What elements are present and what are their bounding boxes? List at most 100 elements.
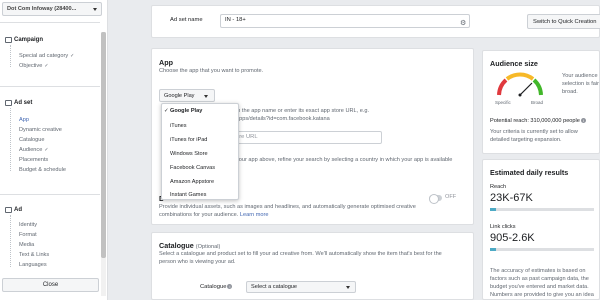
estimate-note2: factors such as past campaign data, the [490,276,589,282]
potential-reach: Potential reach: 310,000,000 people i [490,118,586,126]
nav-item-identity[interactable]: Identity [19,222,37,228]
app-section: App Choose the app that you want to prom… [151,48,474,225]
menu-item-windows-store[interactable]: Windows Store [170,151,208,157]
info-icon: i [227,284,233,289]
nav-item-app[interactable]: App [19,117,29,123]
nav-campaign-label: Campaign [14,37,44,43]
check-icon: ✓ [70,53,75,59]
estimated-results-title: Estimated daily results [490,168,569,177]
nav-item-media[interactable]: Media [19,242,34,248]
link-clicks-label: Link clicks [490,224,516,230]
gauge-broad-label: Broad [531,100,544,105]
chevron-down-icon [346,286,350,289]
gauge-pivot [518,93,522,97]
criteria-text1: Your criteria is currently set to allow [490,129,578,135]
app-hint-line2: apps/details?id=com.facebook.katana [236,116,330,122]
learn-more-link[interactable]: Learn more [240,212,269,218]
catalogue-title: Catalogue (Optional) [159,241,221,250]
account-selector[interactable]: Dot Com Infoway (28400... [2,2,102,16]
adset-name-label: Ad set name [170,17,203,23]
toggle-state-label: OFF [445,194,457,200]
close-button[interactable]: Close [2,278,99,292]
gauge-red-segment [497,78,508,96]
nav-item-audience[interactable]: Audience ✓ [19,147,49,153]
menu-item-amazon-appstore[interactable]: Amazon Appstore [170,179,214,185]
app-title: App [159,58,173,67]
info-icon: i [580,118,586,123]
app-hint-line1: in the app name or enter its exact app s… [236,108,370,114]
app-subtitle: Choose the app that you want to promote. [159,68,264,74]
switch-quick-creation-button[interactable]: Switch to Quick Creation [527,14,600,29]
reach-label: Reach [490,184,507,190]
app-store-url-input[interactable]: ore URL [232,131,382,144]
gear-icon[interactable]: ⚙ [460,19,466,27]
nav-campaign[interactable]: Campaign [5,37,43,43]
menu-item-itunes-ipad[interactable]: iTunes for iPad [170,137,207,143]
audience-side-text1: Your audience [562,73,598,79]
nav-item-catalogue[interactable]: Catalogue [19,137,45,143]
gauge-green-segment [532,78,543,96]
criteria-text2: detailed targeting expansion. [490,137,562,143]
estimate-note1: The accuracy of estimates is based on [490,268,586,274]
reach-bar [490,208,594,211]
audience-side-text3: broad. [562,89,578,95]
ad-icon [5,207,12,213]
catalogue-optional-label: (Optional) [195,244,221,250]
gauge-specific-label: Specific [495,100,511,105]
nav-item-budget-schedule[interactable]: Budget & schedule [19,167,66,173]
audience-size-panel: Audience size Specific Broad Your audien… [482,50,600,154]
estimated-daily-results-panel: Estimated daily results Reach 23K-67K Li… [482,159,600,300]
audience-size-title: Audience size [490,59,538,68]
app-store-dropdown[interactable]: Google Play [159,89,215,102]
link-clicks-bar [490,248,594,251]
app-store-value: Google Play [164,93,195,99]
reach-value: 23K-67K [490,192,533,204]
reach-bar-fill [490,208,497,211]
dynamic-creative-text2: combinations for your audience. Learn mo… [159,212,269,218]
sidebar-scrollbar-thumb[interactable] [101,32,106,258]
chevron-down-icon [93,8,97,11]
catalogue-select-value: Select a catalogue [251,284,298,290]
adset-name-bar: Ad set name IN - 18+ ⚙ Switch to Quick C… [151,5,600,38]
nav-item-languages[interactable]: Languages [19,262,47,268]
catalogue-section: Catalogue (Optional) Select a catalogue … [151,232,474,300]
dynamic-creative-text1: Provide individual assets, such as image… [159,204,416,210]
nav-item-dynamic-creative[interactable]: Dynamic creative [19,127,62,133]
nav-adset-label: Ad set [14,100,33,106]
app-refine-text: your app above, refine your search by se… [236,157,453,163]
catalogue-select[interactable]: Select a catalogue [246,281,356,293]
catalogue-desc2: person who is viewing your ad. [159,259,236,265]
adset-icon [5,100,12,106]
catalogue-desc1: Select a catalogue and product set to fi… [159,251,442,257]
audience-side-text2: selection is fair [562,81,599,87]
nav-item-objective[interactable]: Objective ✓ [19,63,49,69]
app-store-menu: Google Play iTunes iTunes for iPad Windo… [161,103,239,200]
nav-item-format[interactable]: Format [19,232,37,238]
check-icon: ✓ [44,147,49,153]
tree-line [10,108,11,171]
adset-name-input[interactable]: IN - 18+ [220,14,470,28]
account-name: Dot Com Infoway (28400... [7,6,77,12]
nav-item-text-links[interactable]: Text & Links [19,252,49,258]
menu-item-itunes[interactable]: iTunes [170,123,187,129]
nav-item-special-ad-category[interactable]: Special ad category ✓ [19,53,74,59]
nav-item-placements[interactable]: Placements [19,157,48,163]
check-icon: ✓ [44,63,49,69]
gauge-needle [519,82,533,96]
nav-adset[interactable]: Ad set [5,100,32,106]
link-clicks-value: 905-2.6K [490,232,535,244]
menu-item-google-play[interactable]: Google Play [164,108,202,114]
catalogue-field-label: Catalogue i [200,284,233,290]
link-clicks-bar-fill [490,248,497,251]
nav-ad[interactable]: Ad [5,207,22,213]
gauge-yellow-segment [505,72,535,81]
estimate-note3: budget you've entered and market data. [490,284,589,290]
tree-line [10,45,11,67]
menu-item-instant-games[interactable]: Instant Games [170,192,206,198]
divider [0,22,100,23]
estimate-note4: Numbers are provided to give you an idea [490,292,594,298]
menu-item-facebook-canvas[interactable]: Facebook Canvas [170,165,215,171]
chevron-down-icon [204,95,208,98]
sidebar: Dot Com Infoway (28400... Campaign Speci… [0,0,108,300]
dynamic-creative-toggle[interactable] [429,194,442,204]
